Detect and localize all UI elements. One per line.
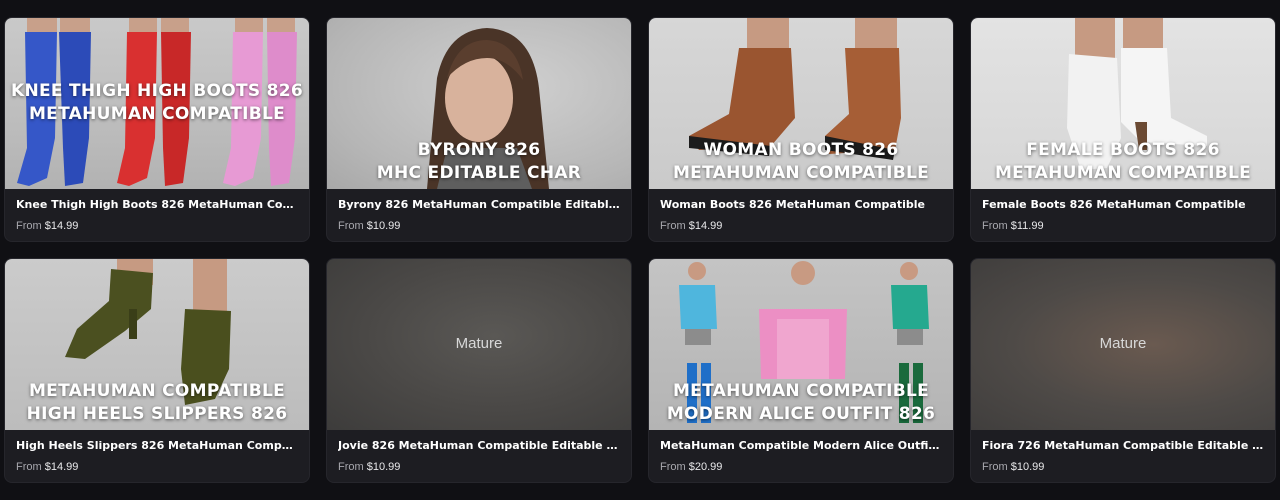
overlay-line: METAHUMAN COMPATIBLE [994, 163, 1252, 183]
product-title[interactable]: High Heels Slippers 826 MetaHuman Compat… [16, 439, 298, 453]
product-price: From $20.99 [660, 460, 942, 474]
mature-label: Mature [1099, 335, 1147, 352]
price-amount: $20.99 [688, 461, 723, 473]
product-title[interactable]: MetaHuman Compatible Modern Alice Outfit… [660, 439, 942, 453]
mature-label: Mature [455, 335, 503, 352]
overlay-line: WOMAN BOOTS 826 [703, 140, 899, 160]
product-title[interactable]: Fiora 726 MetaHuman Compatible Editable … [982, 439, 1264, 453]
product-price: From $10.99 [982, 460, 1264, 474]
product-price: From $10.99 [338, 219, 620, 233]
overlay-line: METAHUMAN COMPATIBLE [672, 381, 930, 401]
price-prefix: From [660, 220, 686, 232]
overlay-line: BYRONY 826 [417, 140, 541, 160]
price-prefix: From [982, 220, 1008, 232]
product-price: From $14.99 [16, 460, 298, 474]
product-title[interactable]: Woman Boots 826 MetaHuman Compatible [660, 198, 942, 212]
price-prefix: From [338, 461, 364, 473]
overlay-line: KNEE THIGH HIGH BOOTS 826 [10, 81, 304, 101]
overlay-line: FEMALE BOOTS 826 [1026, 140, 1220, 160]
product-price: From $14.99 [660, 219, 942, 233]
overlay-line: MHC EDITABLE CHAR [376, 163, 582, 183]
product-title[interactable]: Female Boots 826 MetaHuman Compatible [982, 198, 1264, 212]
product-title[interactable]: Jovie 826 MetaHuman Compatible Editable … [338, 439, 620, 453]
product-thumbnail-blurred[interactable]: Mature [327, 259, 631, 430]
overlay-line: MODERN ALICE OUTFIT 826 [666, 404, 936, 424]
product-card[interactable]: BYRONY 826 MHC EDITABLE CHAR Byrony 826 … [326, 17, 632, 242]
product-title[interactable]: Byrony 826 MetaHuman Compatible Editable… [338, 198, 620, 212]
price-prefix: From [982, 461, 1008, 473]
price-amount: $14.99 [44, 461, 79, 473]
product-thumbnail[interactable]: KNEE THIGH HIGH BOOTS 826 METAHUMAN COMP… [5, 18, 309, 189]
price-prefix: From [16, 461, 42, 473]
product-card[interactable]: Mature Jovie 826 MetaHuman Compatible Ed… [326, 258, 632, 483]
product-card[interactable]: METAHUMAN COMPATIBLE HIGH HEELS SLIPPERS… [4, 258, 310, 483]
product-price: From $10.99 [338, 460, 620, 474]
overlay-line: METAHUMAN COMPATIBLE [28, 104, 286, 124]
overlay-line: HIGH HEELS SLIPPERS 826 [26, 404, 288, 424]
overlay-line: METAHUMAN COMPATIBLE [28, 381, 286, 401]
product-card[interactable]: FEMALE BOOTS 826 METAHUMAN COMPATIBLE Fe… [970, 17, 1276, 242]
price-amount: $11.99 [1010, 220, 1044, 232]
product-card[interactable]: METAHUMAN COMPATIBLE MODERN ALICE OUTFIT… [648, 258, 954, 483]
price-prefix: From [660, 461, 686, 473]
overlay-line: METAHUMAN COMPATIBLE [672, 163, 930, 183]
product-thumbnail[interactable]: WOMAN BOOTS 826 METAHUMAN COMPATIBLE [649, 18, 953, 189]
price-amount: $10.99 [366, 220, 401, 232]
price-amount: $10.99 [1010, 461, 1045, 473]
price-amount: $10.99 [366, 461, 401, 473]
product-card[interactable]: Mature Fiora 726 MetaHuman Compatible Ed… [970, 258, 1276, 483]
product-grid: KNEE THIGH HIGH BOOTS 826 METAHUMAN COMP… [4, 17, 1276, 483]
product-card[interactable]: WOMAN BOOTS 826 METAHUMAN COMPATIBLE Wom… [648, 17, 954, 242]
product-card[interactable]: KNEE THIGH HIGH BOOTS 826 METAHUMAN COMP… [4, 17, 310, 242]
product-title[interactable]: Knee Thigh High Boots 826 MetaHuman Comp… [16, 198, 298, 212]
product-thumbnail[interactable]: METAHUMAN COMPATIBLE MODERN ALICE OUTFIT… [649, 259, 953, 430]
price-amount: $14.99 [688, 220, 723, 232]
product-price: From $11.99 [982, 219, 1264, 233]
product-price: From $14.99 [16, 219, 298, 233]
product-thumbnail-blurred[interactable]: Mature [971, 259, 1275, 430]
price-prefix: From [16, 220, 42, 232]
product-thumbnail[interactable]: FEMALE BOOTS 826 METAHUMAN COMPATIBLE [971, 18, 1275, 189]
price-amount: $14.99 [44, 220, 79, 232]
product-thumbnail[interactable]: METAHUMAN COMPATIBLE HIGH HEELS SLIPPERS… [5, 259, 309, 430]
product-thumbnail[interactable]: BYRONY 826 MHC EDITABLE CHAR [327, 18, 631, 189]
price-prefix: From [338, 220, 364, 232]
